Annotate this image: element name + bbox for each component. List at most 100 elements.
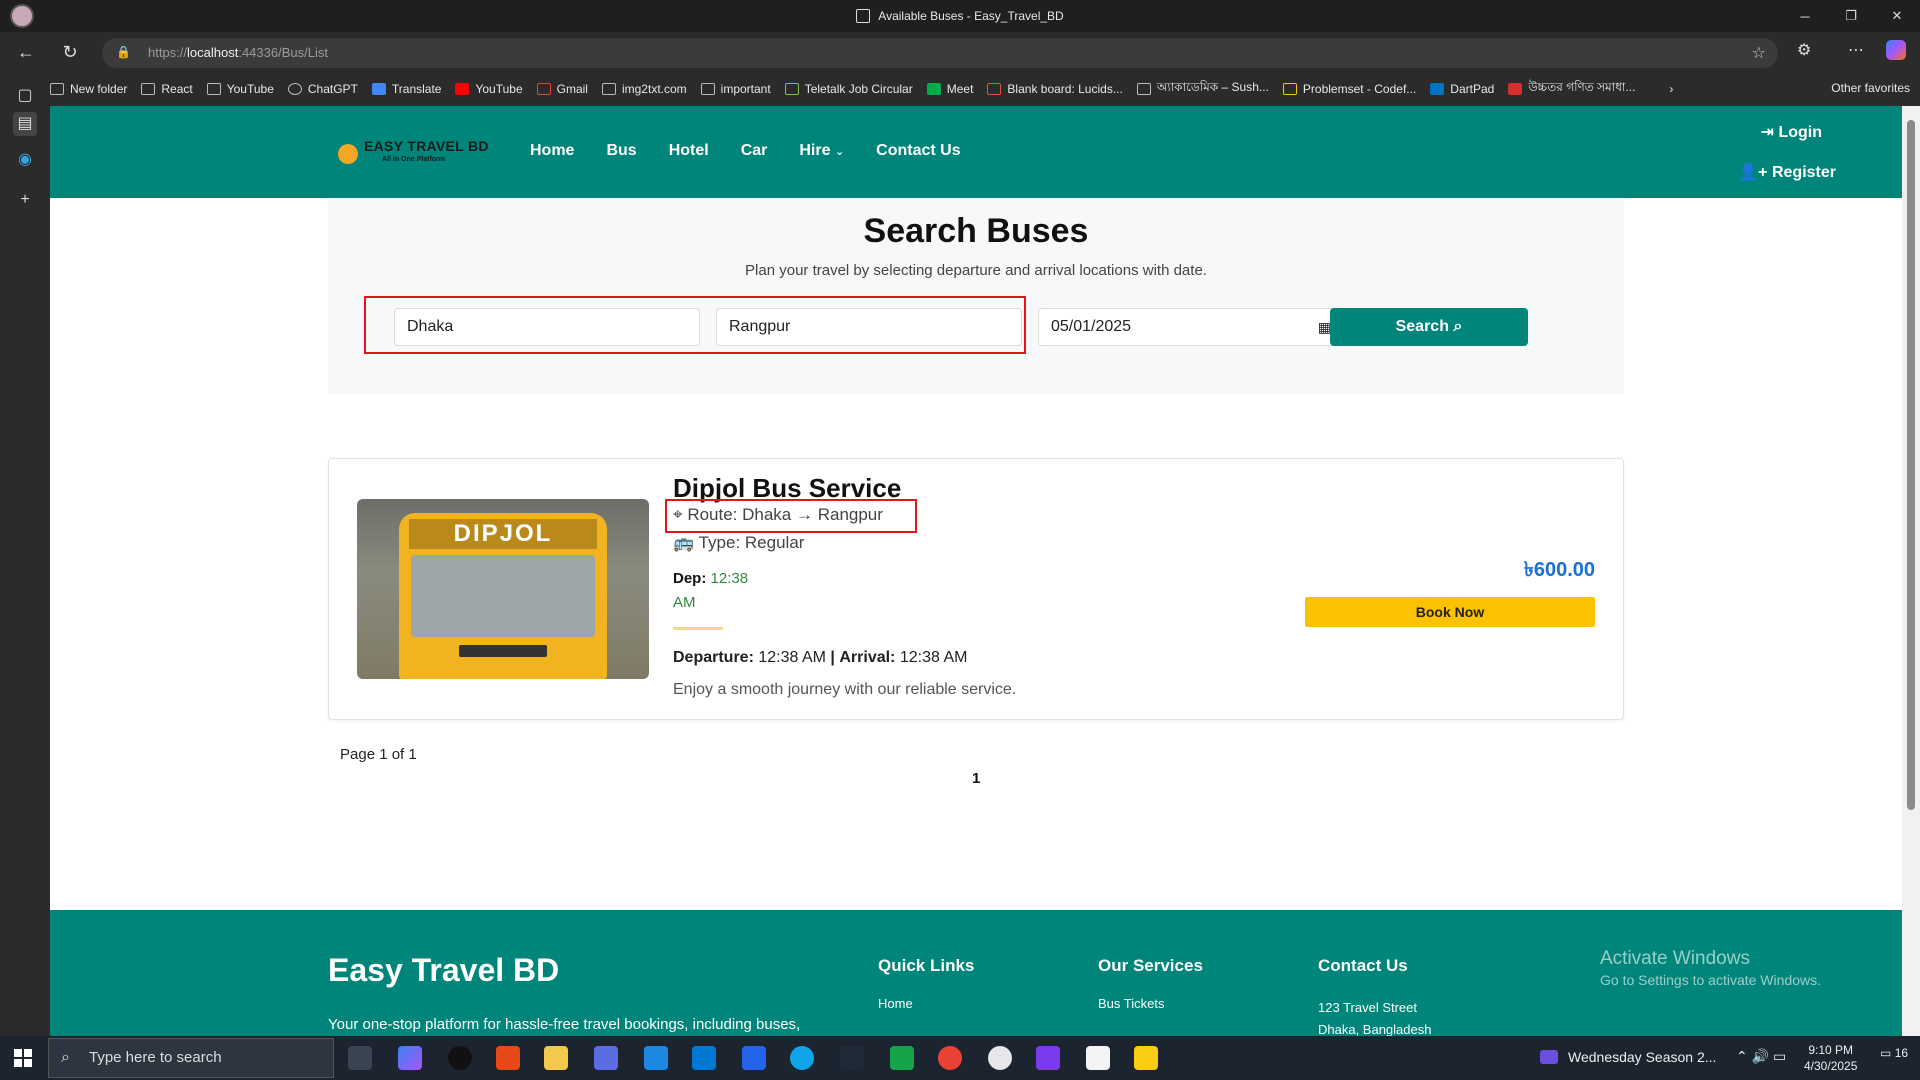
site-logo[interactable]: EASY TRAVEL BD All in One Platform [334,136,498,170]
bus-schedule: Departure: 12:38 AM | Arrival: 12:38 AM [673,649,968,666]
url-text[interactable]: https://localhost:44336/Bus/List [148,45,328,60]
page-scrollbar[interactable] [1902,106,1920,1036]
extensions-icon[interactable]: ⚙ [1797,40,1811,60]
address-bar-row: ← ↻ 🔒 https://localhost:44336/Bus/List ☆… [0,32,1920,72]
search-panel: Search Buses Plan your travel by selecti… [328,198,1624,394]
refresh-icon[interactable]: ↻ [58,40,82,64]
footer-link-bus-tickets[interactable]: Bus Tickets [1098,996,1164,1011]
edge-tab-icon[interactable]: ◉ [13,148,37,172]
activate-windows-watermark: Activate Windows Go to Settings to activ… [1600,948,1821,988]
folder-icon [50,83,64,95]
nav-car[interactable]: Car [741,142,768,160]
file-explorer-icon[interactable] [544,1046,568,1070]
search-subtitle: Plan your travel by selecting departure … [745,262,1207,279]
bus-card: DIPJOL Dipjol Bus Service ⌖ Route: Dhaka… [328,458,1624,720]
taskbar-clock[interactable]: 9:10 PM 4/30/2025 [1804,1042,1857,1074]
bookmark-item[interactable]: React [141,82,193,96]
copilot-app-icon[interactable] [398,1046,422,1070]
notification-center[interactable]: ▭ 16 [1880,1046,1908,1060]
nav-home[interactable]: Home [530,142,574,160]
bookmark-item[interactable]: Translate [371,82,441,96]
footer-address: 123 Travel Street [1318,1000,1417,1015]
logo-tagline: All in One Platform [382,156,446,163]
login-link[interactable]: ⇥ Login [1761,122,1822,142]
nav-contact[interactable]: Contact Us [876,142,960,160]
bookmark-item[interactable]: img2txt.com [601,82,687,96]
book-now-button[interactable]: Book Now [1305,597,1595,627]
windows-start-icon[interactable] [14,1049,32,1067]
copilot-icon[interactable] [1886,40,1906,60]
register-link[interactable]: 👤+ Register [1738,162,1836,182]
bookmark-item[interactable]: YouTube [206,82,274,96]
app-icon[interactable] [1134,1046,1158,1070]
bookmark-item[interactable]: New folder [50,82,127,96]
task-view-icon[interactable] [348,1046,372,1070]
bookmark-item[interactable]: Teletalk Job Circular [784,82,913,96]
search-title: Search Buses [863,212,1089,250]
close-button[interactable]: ✕ [1874,0,1920,32]
nav-bus[interactable]: Bus [606,142,636,160]
favorite-star-icon[interactable]: ☆ [1752,43,1766,63]
office-icon[interactable] [496,1046,520,1070]
bus-icon: 🚌 [673,533,695,552]
teletalk-icon [784,83,799,95]
url-input[interactable]: 🔒 https://localhost:44336/Bus/List ☆ [102,38,1778,68]
lock-icon[interactable]: 🔒 [116,45,131,61]
bookmark-item[interactable]: অ্যাকাডেমিক – Sush... [1136,79,1269,99]
store-icon[interactable] [594,1046,618,1070]
visual-studio-icon[interactable] [1036,1046,1060,1070]
nav-hotel[interactable]: Hotel [669,142,709,160]
calendar-icon[interactable]: ▦ [1318,309,1331,345]
back-arrow-icon[interactable]: ← [14,40,38,64]
bookmark-item[interactable]: Blank board: Lucids... [987,82,1123,96]
scrollbar-thumb[interactable] [1907,120,1915,810]
from-input[interactable] [394,308,700,346]
taskbar-search-input[interactable]: ⌕ Type here to search [48,1038,334,1078]
date-input[interactable]: 05/01/2025 ▦ [1038,308,1344,346]
tab-actions-icon[interactable]: ▢ [13,84,37,108]
search-icon: ⌕ [61,1049,70,1066]
other-favorites[interactable]: Other favorites [1831,81,1910,95]
bookmark-item[interactable]: important [700,82,771,96]
bookmarks-overflow-icon[interactable]: › [1669,82,1673,96]
folder-icon [700,83,715,95]
nav-hire[interactable]: Hire ⌄ [799,142,844,160]
search-button[interactable]: Search ⌕ [1330,308,1528,346]
edge-icon[interactable] [790,1046,814,1070]
app-icon[interactable] [448,1046,472,1070]
to-input[interactable] [716,308,1022,346]
page-number-1[interactable]: 1 [972,770,980,787]
chevron-down-icon: ⌄ [834,146,845,158]
chrome-icon[interactable] [938,1046,962,1070]
page-icon [856,9,871,23]
current-tab-icon[interactable]: ▤ [13,112,37,136]
vscode-icon[interactable] [692,1046,716,1070]
site-header: EASY TRAVEL BD All in One Platform Home … [50,106,1902,198]
location-pin-icon: ⌖ [673,505,683,524]
system-tray[interactable]: ⌃ 🔊 ▭ [1736,1048,1786,1065]
minimize-button[interactable]: ─ [1782,0,1828,32]
main-nav: Home Bus Hotel Car Hire ⌄ Contact Us [530,142,993,160]
bookmark-item[interactable]: DartPad [1430,82,1494,96]
bookmark-item[interactable]: ChatGPT [287,82,358,96]
notion-icon[interactable] [1086,1046,1110,1070]
footer-link-home[interactable]: Home [878,996,913,1011]
todo-icon[interactable] [742,1046,766,1070]
bookmarks-bar: New folder React YouTube ChatGPT Transla… [50,72,1920,106]
app-icon[interactable] [644,1046,668,1070]
bookmark-item[interactable]: Problemset - Codef... [1282,82,1416,96]
app-icon[interactable] [988,1046,1012,1070]
taskbar-news[interactable]: Wednesday Season 2... [1540,1049,1716,1065]
page-viewport: EASY TRAVEL BD All in One Platform Home … [50,106,1902,1036]
bookmark-item[interactable]: উচ্চতর গণিত সমাধা... [1508,79,1635,99]
maximize-button[interactable]: ❐ [1828,0,1874,32]
pdf-icon [1508,83,1523,95]
app-icon[interactable] [890,1046,914,1070]
bookmark-item[interactable]: Gmail [536,82,588,96]
bookmark-item[interactable]: Meet [926,82,973,96]
new-tab-icon[interactable]: + [13,188,37,212]
bookmark-item[interactable]: YouTube [455,82,523,96]
webstorm-icon[interactable] [840,1046,864,1070]
more-menu-icon[interactable]: ⋯ [1848,40,1864,60]
footer-contact-heading: Contact Us [1318,956,1408,975]
